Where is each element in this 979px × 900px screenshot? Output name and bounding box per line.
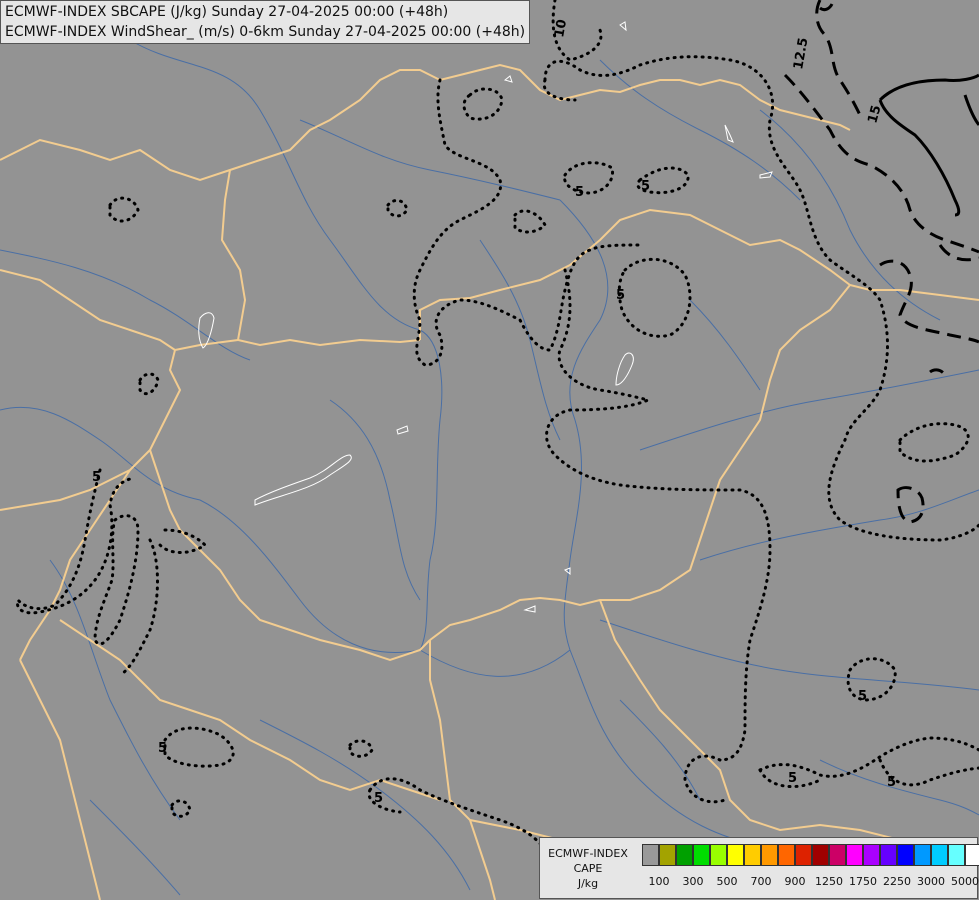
- cape-10-label: 10: [552, 18, 570, 38]
- legend-tick-label: 1750: [849, 875, 877, 888]
- legend-swatch: [965, 844, 979, 866]
- cape-5-label: 5: [575, 185, 584, 200]
- legend-swatch: [897, 844, 914, 866]
- legend-swatch: [710, 844, 727, 866]
- legend-swatch: [931, 844, 948, 866]
- legend-tick-label: 900: [784, 875, 806, 888]
- legend-swatch: [659, 844, 676, 866]
- legend-swatch: [914, 844, 931, 866]
- legend-swatch: [676, 844, 693, 866]
- windshear-title: ECMWF-INDEX WindShear_ (m/s) 0-6km Sunda…: [5, 24, 526, 40]
- cape-5-label: 5: [616, 288, 625, 303]
- legend-tick-label: 300: [682, 875, 704, 888]
- cape-5-label: 5: [641, 179, 650, 194]
- cape-5-label: 5: [158, 741, 167, 756]
- legend-tick-label: 1250: [815, 875, 843, 888]
- weather-map: 10 5 5 5 5 5 5 5 5 5 5 12.5 15: [0, 0, 979, 900]
- legend-tick-label: 700: [750, 875, 772, 888]
- cape-5-label: 5: [788, 771, 797, 786]
- legend-tick-label: 5000: [951, 875, 979, 888]
- legend-swatch: [812, 844, 829, 866]
- legend-swatch: [829, 844, 846, 866]
- legend-swatch: [693, 844, 710, 866]
- legend-swatch: [744, 844, 761, 866]
- legend-swatch: [642, 844, 659, 866]
- legend-swatch: [727, 844, 744, 866]
- legend-tick-label: 500: [716, 875, 738, 888]
- cape-legend: ECMWF-INDEX CAPE J/kg 100 300 500 700 900 125…: [539, 837, 979, 899]
- legend-tick-label: 3000: [917, 875, 945, 888]
- legend-swatch: [880, 844, 897, 866]
- sbcape-title: ECMWF-INDEX SBCAPE (J/kg) Sunday 27-04-2…: [5, 4, 449, 20]
- legend-ticks: 100 300 500 700 900 1250 1750 2250 3000 5000: [642, 875, 979, 889]
- legend-swatch: [863, 844, 880, 866]
- legend-swatch: [795, 844, 812, 866]
- legend-swatches: [642, 844, 979, 866]
- cape-5-label: 5: [374, 791, 383, 806]
- legend-swatch: [948, 844, 965, 866]
- map-header: ECMWF-INDEX SBCAPE (J/kg) Sunday 27-04-2…: [0, 0, 531, 44]
- cape-5-label: 5: [858, 689, 867, 704]
- legend-title: ECMWF-INDEX CAPE J/kg: [546, 846, 630, 891]
- legend-swatch: [846, 844, 863, 866]
- legend-swatch: [778, 844, 795, 866]
- cape-5-label: 5: [92, 470, 101, 485]
- legend-title-source: ECMWF-INDEX: [548, 847, 628, 860]
- legend-title-variable: CAPE: [573, 862, 603, 875]
- legend-tick-label: 100: [648, 875, 670, 888]
- cape-5-label: 5: [887, 775, 896, 790]
- legend-tick-label: 2250: [883, 875, 911, 888]
- legend-title-unit: J/kg: [577, 877, 599, 890]
- legend-swatch: [761, 844, 778, 866]
